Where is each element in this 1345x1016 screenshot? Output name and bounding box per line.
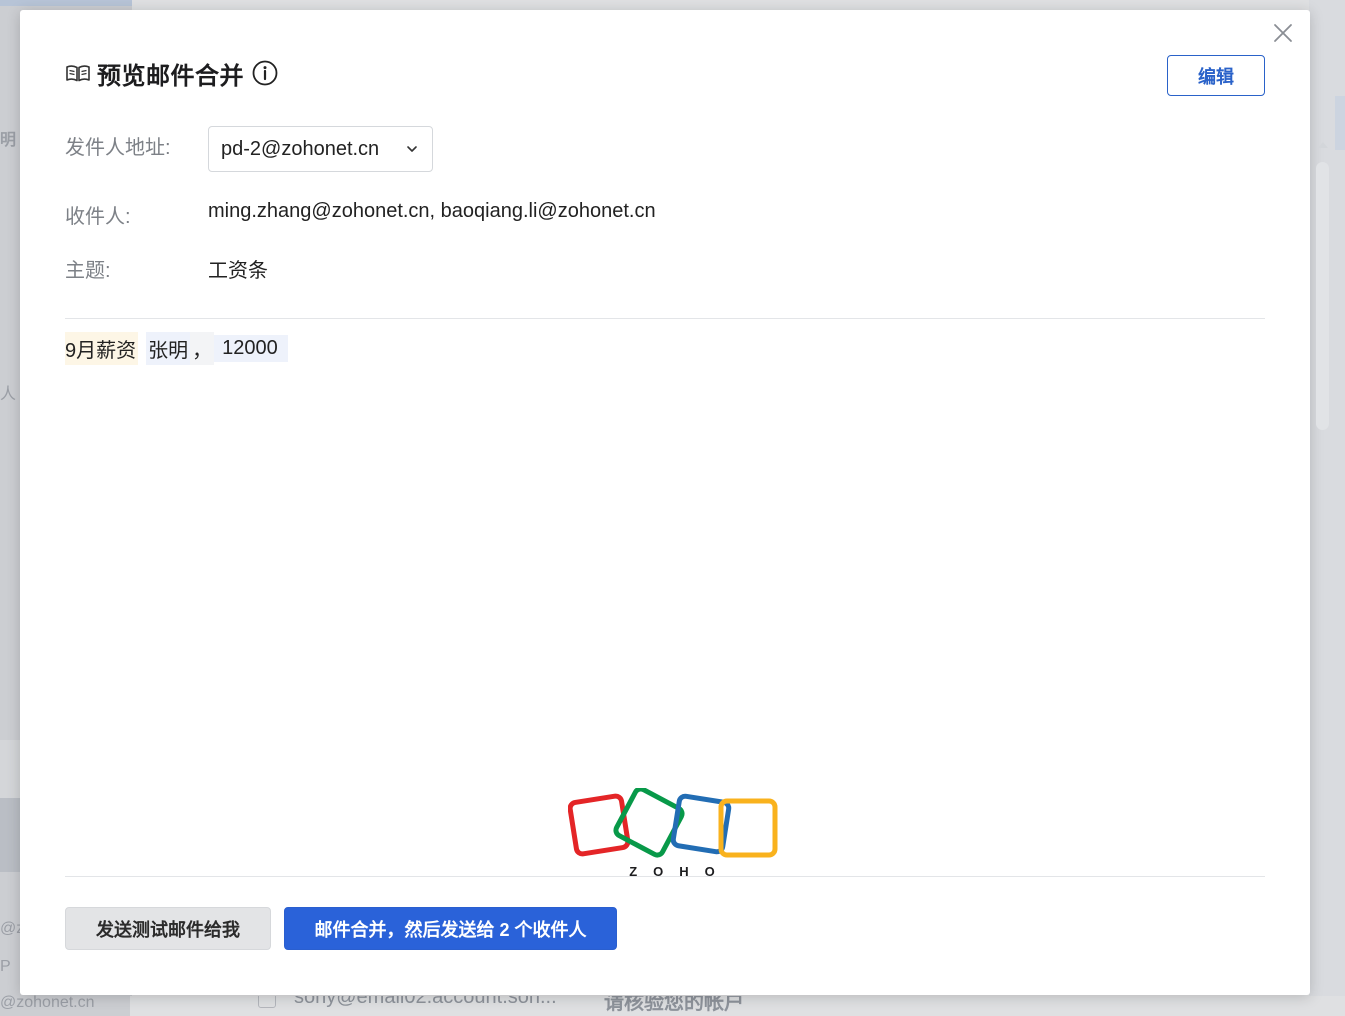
subject-value: 工资条 [208, 260, 268, 282]
close-icon [1274, 24, 1292, 42]
merge-field-salary: 12000 [214, 334, 288, 362]
zoho-logo-mark [568, 788, 778, 858]
to-label: 收件人: [65, 206, 131, 228]
book-open-icon [65, 62, 91, 84]
from-label: 发件人地址: [65, 137, 171, 159]
dialog-title: 预览邮件合并 [97, 62, 244, 90]
close-button[interactable] [1272, 22, 1294, 44]
info-circle-icon[interactable] [252, 60, 278, 86]
edit-button[interactable]: 编辑 [1167, 55, 1265, 96]
body-text: 9月薪资 [65, 331, 139, 365]
merge-field-name: 张明 [146, 331, 191, 365]
dialog-footer: 发送测试邮件给我 邮件合并，然后发送给 2 个收件人 [65, 907, 617, 950]
to-recipients: ming.zhang@zohonet.cn, baoqiang.li@zohon… [208, 200, 656, 222]
dialog-header: 预览邮件合并 [65, 58, 278, 90]
footer-divider [65, 876, 1265, 877]
send-test-email-button[interactable]: 发送测试邮件给我 [65, 907, 271, 950]
mail-merge-preview-dialog: 预览邮件合并 编辑 发件人地址: pd-2@zohonet.cn 收件人: mi… [20, 10, 1310, 995]
from-address-select[interactable]: pd-2@zohonet.cn [208, 126, 433, 172]
message-body: 9月薪资 张明 ， 12000 [65, 331, 288, 365]
body-punctuation: ， [190, 331, 215, 365]
subject-label: 主题: [65, 260, 111, 282]
merge-and-send-button[interactable]: 邮件合并，然后发送给 2 个收件人 [284, 907, 617, 950]
header-divider [65, 318, 1265, 319]
scrollbar-thumb[interactable] [1316, 162, 1329, 430]
zoho-logo: ZOHO [568, 788, 784, 884]
from-address-value: pd-2@zohonet.cn [221, 137, 380, 160]
scroll-up-icon[interactable] [1316, 138, 1330, 150]
chevron-down-icon [406, 143, 418, 155]
